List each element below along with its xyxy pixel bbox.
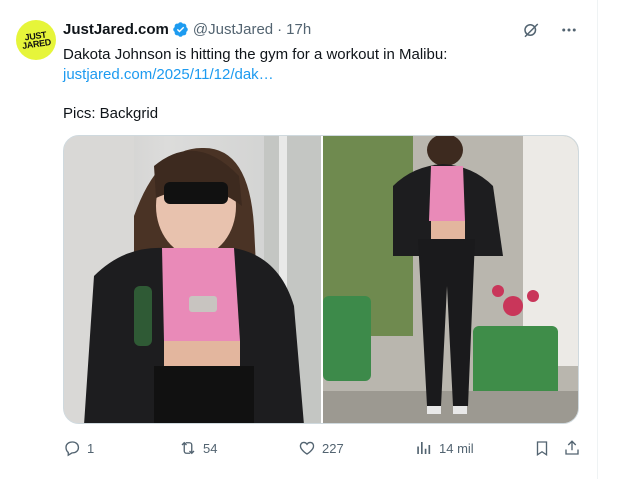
reply-button[interactable]: 1 [63,439,94,457]
top-actions [521,20,579,40]
tweet-header: JustJared.com @JustJared · 17h [63,21,311,38]
like-button[interactable]: 227 [298,439,344,457]
repost-icon [181,441,195,455]
pics-credit: Pics: Backgrid [63,105,159,122]
like-icon [299,441,315,455]
reply-icon [65,441,80,457]
bookmark-icon [536,441,548,457]
photo-right[interactable] [323,136,578,423]
avatar-logo-text: JUST JARED [21,29,52,51]
tweet-text: Dakota Johnson is hitting the gym for a … [63,45,583,85]
repost-button[interactable]: 54 [179,439,217,457]
avatar[interactable]: JUST JARED [16,20,56,60]
views-icon [417,442,431,454]
separator-dot: · [277,21,283,38]
repost-count: 54 [203,440,218,456]
verified-icon [173,22,188,37]
tweet-body: Dakota Johnson is hitting the gym for a … [63,46,448,63]
views-count: 14 mil [439,440,474,456]
share-button[interactable] [563,439,581,457]
views-button[interactable]: 14 mil [415,439,474,457]
author-name[interactable]: JustJared.com [63,21,169,38]
timestamp[interactable]: 17h [286,21,311,38]
grok-icon[interactable] [521,20,541,40]
like-count: 227 [322,440,344,456]
reply-count: 1 [87,440,95,456]
bookmark-button[interactable] [533,439,551,457]
tweet-media[interactable] [63,135,579,424]
tweet-card[interactable]: JUST JARED JustJared.com @JustJared · 17… [0,0,598,479]
more-icon[interactable] [559,20,579,40]
tweet-link[interactable]: justjared.com/2025/11/12/dak… [63,65,583,85]
author-handle[interactable]: @JustJared [193,21,273,38]
photo-left[interactable] [64,136,321,423]
share-icon [565,440,579,455]
action-bar: 1 54 227 14 mil [63,436,581,460]
